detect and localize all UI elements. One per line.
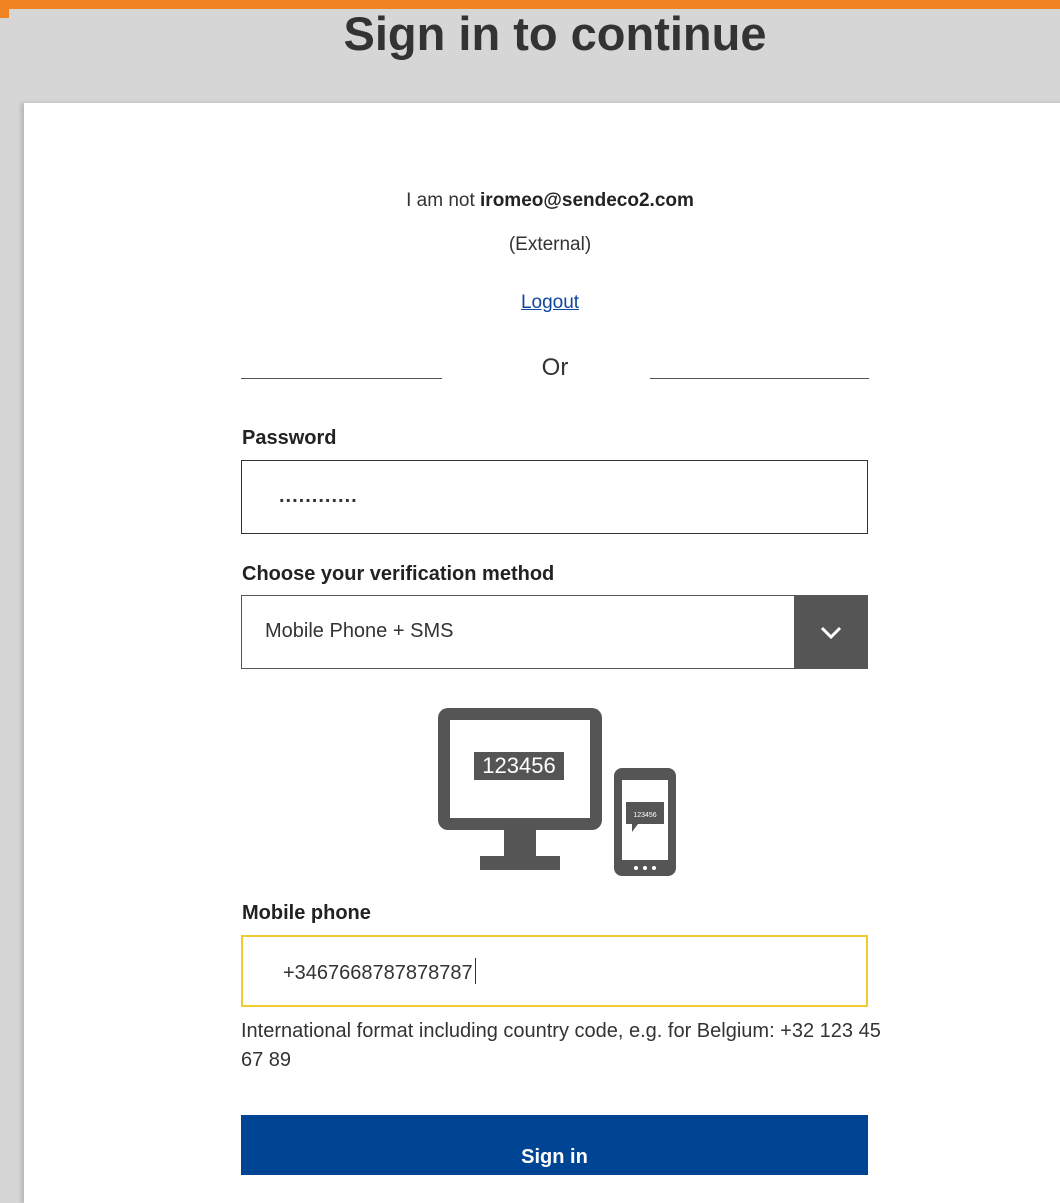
password-label: Password — [242, 427, 337, 449]
logout-row: Logout — [0, 290, 1060, 316]
not-user-text: I am not iromeo@sendeco2.com — [0, 188, 1060, 214]
password-field[interactable]: ............ — [241, 460, 868, 534]
verification-selected: Mobile Phone + SMS — [265, 620, 454, 642]
divider-right — [650, 378, 869, 379]
desktop-code-text: 123456 — [482, 753, 555, 778]
divider-left — [241, 378, 442, 379]
or-separator: Or — [541, 354, 569, 381]
not-user-prefix: I am not — [406, 190, 481, 211]
logout-link[interactable]: Logout — [521, 292, 579, 313]
account-email: iromeo@sendeco2.com — [480, 190, 694, 211]
dropdown-toggle[interactable] — [794, 595, 868, 669]
page-title: Sign in to continue — [343, 7, 767, 60]
mobile-phone-input[interactable]: +3467668787878787 — [241, 935, 868, 1007]
sign-in-button[interactable]: Sign in — [241, 1115, 868, 1175]
mobile-phone-value: +3467668787878787 — [283, 962, 473, 984]
verification-method-select[interactable]: Mobile Phone + SMS — [241, 595, 868, 669]
text-caret — [474, 958, 476, 984]
chevron-down-icon — [820, 626, 842, 640]
device-sms-illustration: 123456 123456 — [438, 708, 676, 876]
account-type: (External) — [508, 234, 592, 255]
mobile-phone-label: Mobile phone — [242, 902, 371, 924]
phone-code-text: 123456 — [633, 812, 656, 819]
phone-format-help: International format including country c… — [241, 1020, 881, 1071]
password-value: ............ — [279, 485, 358, 507]
verification-label: Choose your verification method — [242, 563, 555, 585]
